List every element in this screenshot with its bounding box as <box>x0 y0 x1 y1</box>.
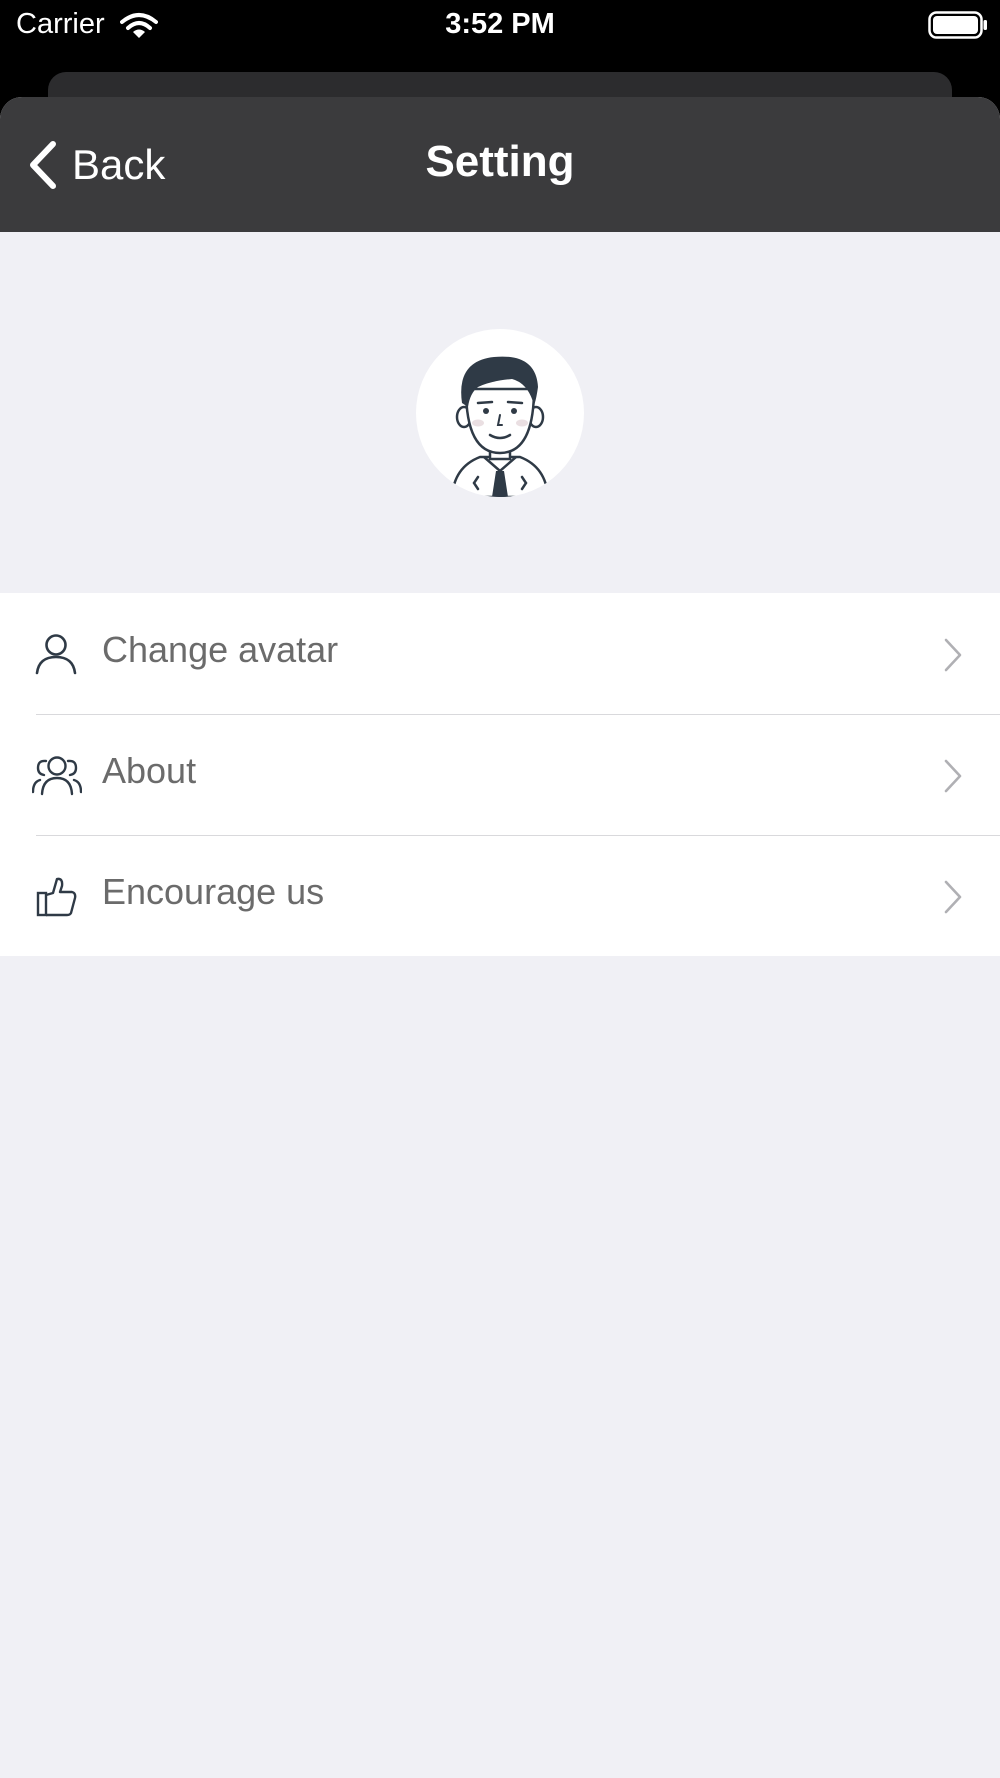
group-icon <box>32 756 82 796</box>
status-bar: Carrier 3:52 PM <box>0 0 1000 52</box>
phone-screen: Carrier 3:52 PM Back Setting Change avat… <box>0 0 1000 1778</box>
chevron-right-icon <box>944 638 962 672</box>
thumbs-up-icon <box>36 877 77 917</box>
menu-item-label: Encourage us <box>102 871 325 912</box>
settings-menu: Change avatar About Encourage us <box>0 593 1000 956</box>
menu-item-encourage-us[interactable]: Encourage us <box>0 835 1000 956</box>
navigation-bar: Back Setting <box>0 97 1000 232</box>
menu-item-label: Change avatar <box>102 629 339 670</box>
page-title: Setting <box>425 137 575 186</box>
chevron-right-icon <box>944 759 962 793</box>
status-time: 3:52 PM <box>445 8 555 40</box>
avatar[interactable] <box>416 329 584 497</box>
menu-item-about[interactable]: About <box>0 714 1000 835</box>
battery-icon <box>928 11 987 39</box>
user-avatar-illustration <box>450 356 550 497</box>
settings-sheet: Back Setting Change avatar About Encoura… <box>0 97 1000 1778</box>
person-icon <box>35 634 77 675</box>
chevron-right-icon <box>944 880 962 914</box>
menu-item-change-avatar[interactable]: Change avatar <box>0 593 1000 714</box>
menu-item-label: About <box>102 750 197 791</box>
